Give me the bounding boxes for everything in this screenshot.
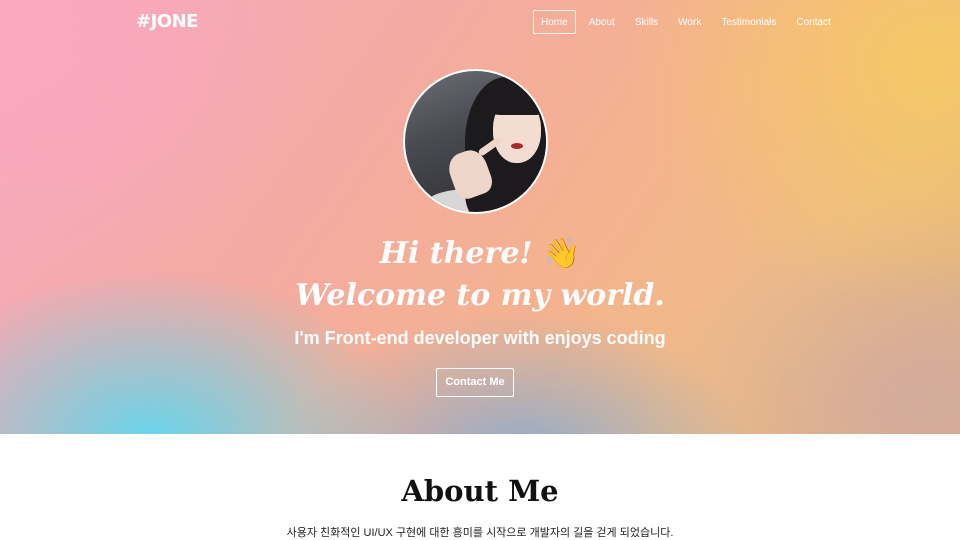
hero-section: #JONE Home About Skills Work Testimonial… — [0, 0, 960, 434]
nav-testimonials[interactable]: Testimonials — [714, 10, 783, 34]
greeting-heading: Hi there! 👋 — [0, 236, 960, 271]
nav-home[interactable]: Home — [533, 10, 576, 34]
greeting-line1: Hi there! — [379, 236, 533, 271]
welcome-heading: Welcome to my world. — [295, 278, 665, 313]
avatar-bangs — [489, 91, 546, 115]
nav-skills[interactable]: Skills — [628, 10, 665, 34]
site-logo[interactable]: #JONE — [136, 11, 198, 32]
waving-hand-icon: 👋 — [543, 236, 581, 271]
hero-subtitle: I'm Front-end developer with enjoys codi… — [294, 328, 666, 348]
avatar-lips — [511, 143, 523, 149]
nav-about[interactable]: About — [582, 10, 622, 34]
contact-me-button[interactable]: Contact Me — [436, 368, 514, 397]
profile-avatar — [403, 69, 548, 214]
about-description: 사용자 친화적인 UI/UX 구현에 대한 흥미를 시작으로 개발자의 길을 걷… — [286, 527, 674, 539]
main-nav: Home About Skills Work Testimonials Cont… — [533, 10, 844, 34]
nav-contact[interactable]: Contact — [789, 10, 837, 34]
about-title: About Me — [401, 474, 559, 508]
nav-work[interactable]: Work — [671, 10, 708, 34]
